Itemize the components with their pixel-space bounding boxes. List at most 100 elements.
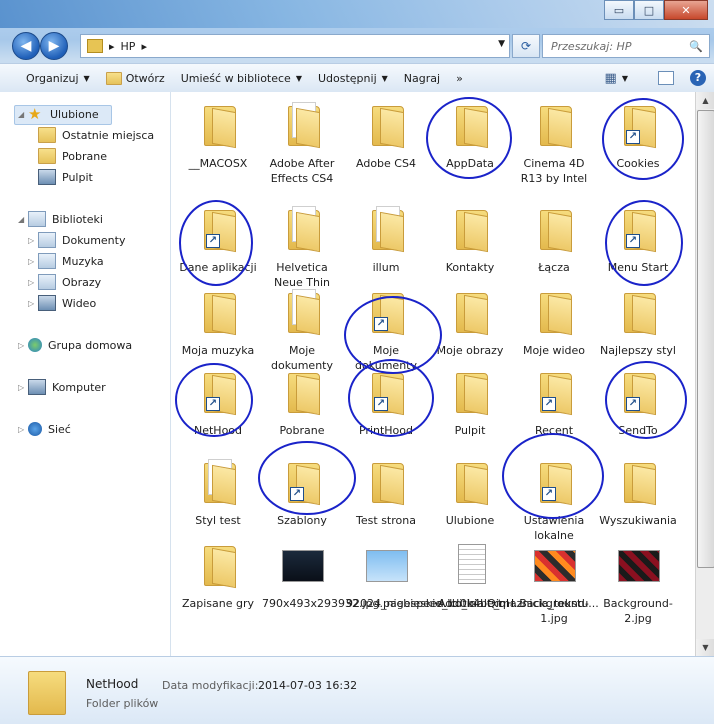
- back-button[interactable]: ◀: [12, 32, 40, 60]
- vertical-scrollbar[interactable]: ▲ ▼: [695, 92, 714, 656]
- file-item[interactable]: ↗ Szablony: [262, 457, 342, 528]
- file-item[interactable]: Pobrane: [262, 367, 342, 438]
- navigation-row: ◀ ▶ ▸ HP ▸ ▼ ⟳ Przeszukaj: HP 🔍: [0, 30, 714, 60]
- nav-item-recent[interactable]: Ostatnie miejsca: [38, 126, 154, 144]
- file-item[interactable]: Adobe After Effects CS4: [262, 100, 342, 186]
- file-item[interactable]: Addition.txt: [430, 540, 510, 611]
- search-input[interactable]: Przeszukaj: HP 🔍: [542, 34, 710, 58]
- refresh-button[interactable]: ⟳: [512, 34, 540, 58]
- nav-label: Komputer: [52, 380, 106, 394]
- folder-icon: [446, 457, 494, 506]
- file-item[interactable]: 92024_niebieskie_tlo_biale_maznicia_teks…: [346, 540, 599, 611]
- file-item[interactable]: __MACOSX: [178, 100, 258, 171]
- scroll-thumb[interactable]: [697, 110, 714, 568]
- nav-item-homegroup[interactable]: ▷ Grupa domowa: [18, 336, 132, 354]
- documents-icon: [38, 232, 56, 248]
- file-item[interactable]: ↗ Dane aplikacji: [178, 204, 258, 275]
- collapse-icon[interactable]: ▷: [28, 278, 38, 287]
- collapse-icon[interactable]: ▷: [18, 341, 28, 350]
- file-item[interactable]: Background-1.jpg: [514, 540, 594, 626]
- file-item[interactable]: ↗ Menu Start: [598, 204, 678, 275]
- file-item[interactable]: ↗ Ustawienia lokalne: [514, 457, 594, 543]
- file-item[interactable]: Najlepszy styl: [598, 287, 678, 358]
- organize-button[interactable]: Organizuj ▼: [18, 66, 98, 90]
- nav-item-video[interactable]: ▷ Wideo: [28, 294, 96, 312]
- folder-icon: [530, 287, 578, 336]
- forward-button[interactable]: ▶: [40, 32, 68, 60]
- file-item[interactable]: Wyszukiwania: [598, 457, 678, 528]
- nav-item-documents[interactable]: ▷ Dokumenty: [28, 231, 125, 249]
- open-button[interactable]: Otwórz: [98, 66, 173, 90]
- file-item-label: Adobe CS4: [356, 157, 416, 170]
- file-item[interactable]: Styl test: [178, 457, 258, 528]
- minimize-button[interactable]: ▭: [604, 0, 634, 20]
- nav-item-pictures[interactable]: ▷ Obrazy: [28, 273, 101, 291]
- file-item[interactable]: Pulpit: [430, 367, 510, 438]
- file-item[interactable]: ↗ Recent: [514, 367, 594, 438]
- folder-icon: [362, 100, 410, 149]
- file-item[interactable]: AppData: [430, 100, 510, 171]
- file-item[interactable]: Moje obrazy: [430, 287, 510, 358]
- file-item[interactable]: Kontakty: [430, 204, 510, 275]
- file-item[interactable]: ↗ PrintHood: [346, 367, 426, 438]
- file-item[interactable]: Moje wideo: [514, 287, 594, 358]
- file-item[interactable]: ↗ SendTo: [598, 367, 678, 438]
- collapse-icon[interactable]: ▷: [28, 257, 38, 266]
- chevron-down-icon[interactable]: ▼: [498, 39, 505, 49]
- file-item[interactable]: Helvetica Neue Thin: [262, 204, 342, 290]
- file-item[interactable]: illum: [346, 204, 426, 275]
- file-item[interactable]: ↗ Cookies: [598, 100, 678, 171]
- file-item-label: Menu Start: [607, 261, 669, 274]
- nav-label: Pulpit: [62, 170, 93, 184]
- nav-item-computer[interactable]: ▷ Komputer: [18, 378, 106, 396]
- nav-item-libraries[interactable]: ◢ Biblioteki: [18, 210, 103, 228]
- file-item[interactable]: ↗ NetHood: [178, 367, 258, 438]
- image-file-icon: [362, 540, 410, 588]
- collapse-icon[interactable]: ▷: [28, 299, 38, 308]
- file-item[interactable]: ↗ Moje dokumenty: [346, 287, 426, 373]
- file-list: __MACOSX Adobe After Effects CS4 Adobe CS4…: [171, 92, 695, 656]
- scroll-down-icon[interactable]: ▼: [696, 639, 714, 656]
- modified-label: Data modyfikacji:: [162, 679, 259, 692]
- file-item-label: Kontakty: [445, 261, 495, 274]
- folder-icon: [446, 287, 494, 336]
- file-item[interactable]: Ulubione: [430, 457, 510, 528]
- collapse-icon[interactable]: ▷: [28, 236, 38, 245]
- preview-pane-button[interactable]: [650, 66, 682, 90]
- nav-item-music[interactable]: ▷ Muzyka: [28, 252, 104, 270]
- collapse-icon[interactable]: ▷: [18, 425, 28, 434]
- file-item[interactable]: Adobe CS4: [346, 100, 426, 171]
- file-item[interactable]: Cinema 4D R13 by Intel: [514, 100, 594, 186]
- file-item[interactable]: Moja muzyka: [178, 287, 258, 358]
- file-item[interactable]: Zapisane gry: [178, 540, 258, 611]
- scroll-up-icon[interactable]: ▲: [696, 92, 714, 109]
- address-path[interactable]: HP: [121, 40, 136, 53]
- file-item[interactable]: Test strona: [346, 457, 426, 528]
- nav-item-downloads[interactable]: Pobrane: [38, 147, 107, 165]
- image-file-icon: [614, 540, 662, 588]
- file-item-label: Pulpit: [454, 424, 486, 437]
- file-item-label: Moje wideo: [522, 344, 586, 357]
- open-label: Otwórz: [125, 71, 165, 85]
- include-in-library-button[interactable]: Umieść w bibliotece ▼: [173, 66, 310, 90]
- nav-item-network[interactable]: ▷ Sieć: [18, 420, 71, 438]
- file-item[interactable]: Background-2.jpg: [598, 540, 678, 626]
- expand-icon[interactable]: ◢: [18, 110, 28, 119]
- burn-label: Nagraj: [403, 71, 441, 85]
- maximize-button[interactable]: □: [634, 0, 664, 20]
- nav-item-desktop[interactable]: Pulpit: [38, 168, 93, 186]
- burn-button[interactable]: Nagraj: [396, 66, 448, 90]
- close-button[interactable]: ✕: [664, 0, 708, 20]
- more-button[interactable]: »: [448, 66, 471, 90]
- expand-icon[interactable]: ◢: [18, 215, 28, 224]
- share-button[interactable]: Udostępnij ▼: [310, 66, 396, 90]
- collapse-icon[interactable]: ▷: [18, 383, 28, 392]
- file-item[interactable]: Łącza: [514, 204, 594, 275]
- nav-item-favorites[interactable]: ◢ ★ Ulubione: [18, 105, 99, 123]
- file-item[interactable]: 790x493x293932.jpg.pagespeed.ic.0k4bQiqH…: [262, 540, 524, 611]
- folder-icon: [278, 204, 326, 253]
- file-item[interactable]: Moje dokumenty: [262, 287, 342, 373]
- help-button[interactable]: ?: [682, 66, 714, 90]
- view-button[interactable]: ▦ ▼: [597, 66, 636, 90]
- address-bar[interactable]: ▸ HP ▸ ▼: [80, 34, 510, 58]
